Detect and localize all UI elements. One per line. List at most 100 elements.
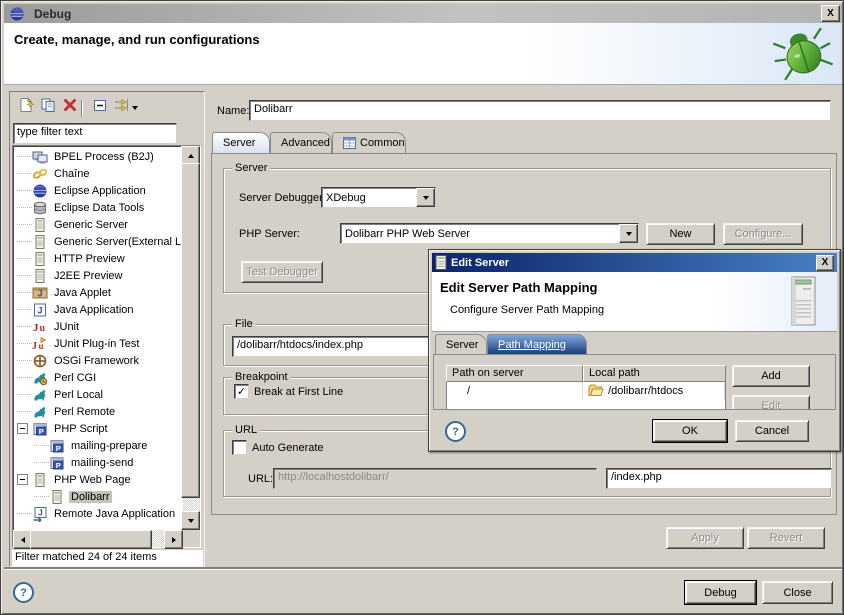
path-mapping-table: Path on server Local path //dolibarr/htd… [446,365,726,410]
tree-item-label: PHP Web Page [52,474,133,486]
break-at-first-line-checkbox[interactable]: ✓ [234,384,249,399]
tree-item-java-application[interactable]: JJava Application [14,301,182,318]
tree-item-http-preview[interactable]: HTTP Preview [14,250,182,267]
tab-server[interactable]: Server [212,132,270,153]
server-tower-icon [787,276,819,331]
column-local-path[interactable]: Local path [583,365,726,382]
configure-server-button[interactable]: Configure... [723,223,803,245]
auto-generate-label: Auto Generate [252,442,324,454]
tree-item-dolibarr[interactable]: Dolibarr [14,488,182,505]
window-close-button[interactable]: X [821,5,840,22]
vscroll-thumb[interactable] [181,163,200,498]
tree-collapse-toggle[interactable] [17,474,28,485]
cancel-button[interactable]: Cancel [735,420,809,442]
server-icon [435,255,447,270]
close-button[interactable]: Close [762,581,833,604]
tree-item-php-web-page[interactable]: PHP Web Page [14,471,182,488]
help-icon[interactable]: ? [13,582,34,603]
filter-dropdown-arrow-icon[interactable] [132,106,138,113]
server-debugger-select[interactable]: XDebug [321,187,436,208]
dialog-tab-path-mapping[interactable]: Path Mapping [487,334,587,354]
tree-connector-line [17,411,32,412]
url-path-input[interactable]: /index.php [606,468,832,489]
delete-config-button[interactable] [60,97,80,116]
tree-item-remote-java-application[interactable]: JRemote Java Application [14,505,182,522]
osgi-icon [32,353,48,369]
tree-item-label: PHP Script [52,423,110,435]
server-icon [32,217,48,233]
dialog-subheading: Configure Server Path Mapping [450,304,604,316]
tree-item-junit-plug-in-test[interactable]: JuJUnit Plug-in Test [14,335,182,352]
scroll-right-button[interactable] [164,530,183,549]
filter-input[interactable]: type filter text [13,123,177,144]
debug-configurations-window: Debug X Create, manage, and run configur… [0,0,844,615]
tree-item-perl-cgi[interactable]: Perl CGI [14,369,182,386]
tree-item-generic-server-external-la[interactable]: Generic Server(External La [14,233,182,250]
tree-item-mailing-send[interactable]: Pmailing-send [14,454,182,471]
tree-connector-line [17,377,32,378]
add-mapping-button[interactable]: Add [732,365,810,387]
tree-item-label: Java Application [52,304,136,316]
tree-collapse-toggle[interactable] [17,423,28,434]
tree-item-bpel-process-b2j[interactable]: BPEL Process (B2J) [14,148,182,165]
dropdown-arrow-icon[interactable] [416,188,435,207]
tree-item-label: Eclipse Data Tools [52,202,146,214]
tree-item-perl-remote[interactable]: Perl Remote [14,403,182,420]
edit-server-dialog: Edit Server X Edit Server Path Mapping C… [428,249,841,452]
tree-item-label: Perl Remote [52,406,117,418]
hscroll-thumb[interactable] [30,530,152,549]
tree-item-j2ee-preview[interactable]: J2EE Preview [14,267,182,284]
tree-item-java-applet[interactable]: JJava Applet [14,284,182,301]
table-row[interactable]: //dolibarr/htdocs [447,382,725,399]
tree-item-label: Eclipse Application [52,185,148,197]
server-icon [49,489,65,505]
dialog-close-button[interactable]: X [816,255,834,271]
server-icon [32,268,48,284]
php-icon: P [49,438,65,454]
tree-vscrollbar[interactable] [183,146,200,530]
url-group-legend: URL [232,424,260,436]
tab-advanced[interactable]: Advanced [270,132,332,153]
php-icon: P [32,421,48,437]
tree-connector-line [17,326,32,327]
server-icon [32,234,48,250]
new-server-button[interactable]: New [646,223,715,245]
tree-item-generic-server[interactable]: Generic Server [14,216,182,233]
dialog-tab-content: Path on server Local path //dolibarr/htd… [433,354,836,410]
bpel-icon [32,149,48,165]
cell-path-on-server: / [447,382,583,399]
breakpoint-group-legend: Breakpoint [232,371,291,383]
tree-item-perl-local[interactable]: Perl Local [14,386,182,403]
break-at-first-line-label: Break at First Line [254,386,343,398]
collapse-all-button[interactable] [90,97,110,116]
ok-button[interactable]: OK [653,420,727,442]
scroll-down-button[interactable] [181,511,200,530]
dropdown-arrow-icon[interactable] [619,224,638,243]
tree-item-cha-ne[interactable]: Chaîne [14,165,182,182]
tab-common[interactable]: Common [332,132,406,153]
tree-item-label: Chaîne [52,168,91,180]
header-banner: Create, manage, and run configurations [4,23,842,85]
tree-item-eclipse-application[interactable]: Eclipse Application [14,182,182,199]
column-path-on-server[interactable]: Path on server [446,365,583,382]
tree-item-php-script[interactable]: P PHP Script [14,420,182,437]
duplicate-config-button[interactable] [38,97,58,116]
dialog-tab-server[interactable]: Server [435,334,487,354]
tree-connector-line [17,258,32,259]
tree-item-mailing-prepare[interactable]: Pmailing-prepare [14,437,182,454]
auto-generate-checkbox[interactable] [232,440,247,455]
filter-configs-button[interactable] [112,97,132,116]
tree-connector-line [17,156,32,157]
svg-text:J: J [37,288,42,298]
name-input[interactable]: Dolibarr [249,100,831,121]
debug-button[interactable]: Debug [685,581,756,604]
tree-item-osgi-framework[interactable]: OSGi Framework [14,352,182,369]
tree-item-junit[interactable]: JuJUnit [14,318,182,335]
tree-hscrollbar[interactable] [13,530,183,547]
dialog-help-icon[interactable]: ? [445,421,466,442]
tree-item-eclipse-data-tools[interactable]: Eclipse Data Tools [14,199,182,216]
php-server-select[interactable]: Dolibarr PHP Web Server [340,223,639,244]
toolbar-separator [81,100,82,117]
dialog-title: Edit Server [451,257,509,269]
new-config-button[interactable] [16,97,36,116]
